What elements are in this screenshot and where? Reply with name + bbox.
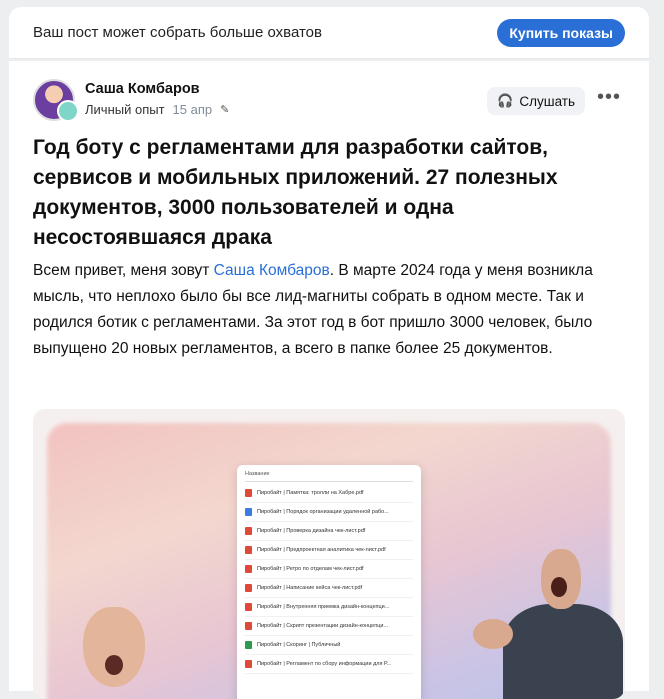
pdf-file-icon: [245, 584, 252, 592]
document-rows: Пиробайт | Памятка: тролли на Хабре.pdf П…: [245, 484, 413, 674]
document-row: Пиробайт | Памятка: тролли на Хабре.pdf: [245, 484, 413, 503]
post-card: Саша Комбаров Личный опыт 15 апр ✎ 🎧 Слу…: [9, 61, 649, 699]
pdf-file-icon: [245, 565, 252, 573]
avatar-badge-icon: [57, 100, 79, 122]
document-name: Пиробайт | Порядок организации удаленной…: [257, 509, 389, 515]
pdf-file-icon: [245, 622, 252, 630]
document-name: Пиробайт | Внутренняя приемка дизайн-кон…: [257, 604, 390, 610]
document-name: Пиробайт | Предпроектная аналитика чек-л…: [257, 547, 386, 553]
post-title: Год боту с регламентами для разработки с…: [33, 136, 558, 249]
document-row: Пиробайт | Порядок организации удаленной…: [245, 503, 413, 522]
shouting-man-right: [473, 549, 625, 699]
document-name: Пиробайт | Скоринг | Публичный: [257, 642, 341, 648]
document-name: Пиробайт | Скрипт презентации дизайн-кон…: [257, 623, 389, 629]
document-row: Пиробайт | Внутренняя приемка дизайн-кон…: [245, 598, 413, 617]
document-name: Пиробайт | Ретро по отделам чек-лист.pdf: [257, 566, 364, 572]
document-row: Пиробайт | Предпроектная аналитика чек-л…: [245, 541, 413, 560]
author-name[interactable]: Саша Комбаров: [85, 81, 200, 97]
pdf-file-icon: [245, 660, 252, 668]
document-list-header: Название: [245, 471, 413, 482]
pdf-file-icon: [245, 489, 252, 497]
post-date[interactable]: 15 апр: [173, 102, 213, 117]
document-list-panel: Название Пиробайт | Памятка: тролли на Х…: [237, 465, 421, 699]
pdf-file-icon: [245, 603, 252, 611]
document-row: Пиробайт | Скоринг | Публичный: [245, 636, 413, 655]
shouting-man-right-mouth: [551, 577, 567, 597]
more-dots-icon[interactable]: •••: [597, 87, 621, 107]
pencil-icon: ✎: [220, 104, 230, 116]
listen-label: Слушать: [519, 93, 575, 109]
category-label[interactable]: Личный опыт: [85, 102, 165, 117]
document-name: Пиробайт | Регламент по сбору информации…: [257, 661, 392, 667]
post-header: Саша Комбаров Личный опыт 15 апр ✎ 🎧 Слу…: [33, 79, 625, 123]
document-row: Пиробайт | Регламент по сбору информации…: [245, 655, 413, 674]
pdf-file-icon: [245, 527, 252, 535]
document-row: Пиробайт | Написание кейса чек-лист.pdf: [245, 579, 413, 598]
post-meta: Личный опыт 15 апр ✎: [85, 102, 229, 117]
shouting-man-right-hand: [473, 619, 513, 649]
author-link[interactable]: Саша Комбаров: [214, 262, 330, 279]
shouting-man-right-body: [503, 604, 623, 699]
document-row: Пиробайт | Проверка дизайна чек-лист.pdf: [245, 522, 413, 541]
body-text-pre: Всем привет, меня зовут: [33, 262, 214, 279]
promo-text: Ваш пост может собрать больше охватов: [33, 24, 322, 41]
document-name: Пиробайт | Проверка дизайна чек-лист.pdf: [257, 528, 366, 534]
post-image[interactable]: Название Пиробайт | Памятка: тролли на Х…: [33, 409, 625, 699]
shouting-man-left: [73, 607, 155, 699]
shouting-man-left-head: [83, 607, 145, 687]
pdf-file-icon: [245, 546, 252, 554]
post-body: Всем привет, меня зовут Саша Комбаров. В…: [33, 258, 625, 362]
promo-bar: Ваш пост может собрать больше охватов Ку…: [9, 7, 649, 59]
buy-impressions-button[interactable]: Купить показы: [497, 18, 625, 47]
document-row: Пиробайт | Ретро по отделам чек-лист.pdf: [245, 560, 413, 579]
doc-file-icon: [245, 508, 252, 516]
listen-button[interactable]: 🎧 Слушать: [487, 87, 585, 115]
document-name: Пиробайт | Написание кейса чек-лист.pdf: [257, 585, 363, 591]
shouting-man-left-mouth: [105, 655, 123, 675]
headphones-icon: 🎧: [497, 93, 514, 108]
document-name: Пиробайт | Памятка: тролли на Хабре.pdf: [257, 490, 364, 496]
xls-file-icon: [245, 641, 252, 649]
document-row: Пиробайт | Скрипт презентации дизайн-кон…: [245, 617, 413, 636]
